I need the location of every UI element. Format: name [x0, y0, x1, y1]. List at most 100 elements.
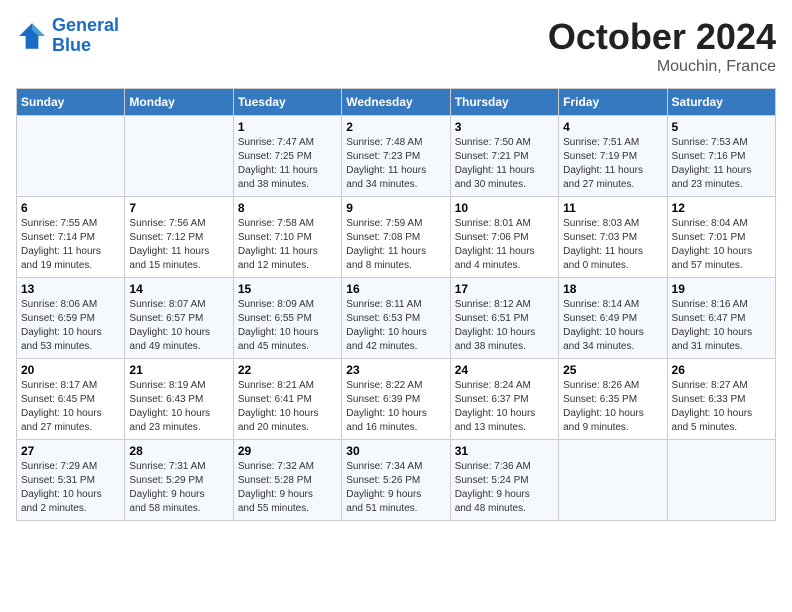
calendar-cell	[125, 116, 233, 197]
day-number: 23	[346, 363, 445, 377]
logo: General Blue	[16, 16, 119, 56]
day-number: 11	[563, 201, 662, 215]
day-number: 22	[238, 363, 337, 377]
day-number: 10	[455, 201, 554, 215]
col-header-thursday: Thursday	[450, 89, 558, 116]
day-number: 20	[21, 363, 120, 377]
logo-text: General Blue	[52, 16, 119, 56]
day-number: 27	[21, 444, 120, 458]
day-number: 6	[21, 201, 120, 215]
col-header-wednesday: Wednesday	[342, 89, 450, 116]
calendar-cell: 21 Sunrise: 8:19 AM Sunset: 6:43 PM Dayli…	[125, 359, 233, 440]
calendar-cell: 27Sunrise: 7:29 AM Sunset: 5:31 PM Dayli…	[17, 440, 125, 521]
day-number: 18	[563, 282, 662, 296]
day-number: 15	[238, 282, 337, 296]
calendar-cell: 13Sunrise: 8:06 AM Sunset: 6:59 PM Dayli…	[17, 278, 125, 359]
day-number: 31	[455, 444, 554, 458]
day-number: 9	[346, 201, 445, 215]
calendar-body: 1 Sunrise: 7:47 AM Sunset: 7:25 PM Daylig…	[17, 116, 776, 521]
calendar-cell	[559, 440, 667, 521]
calendar-cell: 17Sunrise: 8:12 AM Sunset: 6:51 PM Dayli…	[450, 278, 558, 359]
calendar-cell: 22Sunrise: 8:21 AM Sunset: 6:41 PM Dayli…	[233, 359, 341, 440]
calendar-cell: 28 Sunrise: 7:31 AM Sunset: 5:29 PM Dayli…	[125, 440, 233, 521]
day-info: Sunrise: 8:14 AM Sunset: 6:49 PM Dayligh…	[563, 298, 662, 354]
day-info: Sunrise: 7:51 AM Sunset: 7:19 PM Dayligh…	[563, 136, 662, 192]
calendar-cell: 14Sunrise: 8:07 AM Sunset: 6:57 PM Dayli…	[125, 278, 233, 359]
header-row: SundayMondayTuesdayWednesdayThursdayFrid…	[17, 89, 776, 116]
day-number: 29	[238, 444, 337, 458]
col-header-tuesday: Tuesday	[233, 89, 341, 116]
calendar-cell: 16 Sunrise: 8:11 AM Sunset: 6:53 PM Dayli…	[342, 278, 450, 359]
day-info: Sunrise: 7:53 AM Sunset: 7:16 PM Dayligh…	[672, 136, 771, 192]
week-row-4: 27Sunrise: 7:29 AM Sunset: 5:31 PM Dayli…	[17, 440, 776, 521]
page-header: General Blue October 2024 Mouchin, Franc…	[16, 16, 776, 76]
calendar-cell: 12 Sunrise: 8:04 AM Sunset: 7:01 PM Dayli…	[667, 197, 775, 278]
week-row-0: 1 Sunrise: 7:47 AM Sunset: 7:25 PM Daylig…	[17, 116, 776, 197]
day-info: Sunrise: 7:59 AM Sunset: 7:08 PM Dayligh…	[346, 217, 445, 273]
week-row-3: 20 Sunrise: 8:17 AM Sunset: 6:45 PM Dayli…	[17, 359, 776, 440]
col-header-saturday: Saturday	[667, 89, 775, 116]
day-number: 13	[21, 282, 120, 296]
day-info: Sunrise: 8:27 AM Sunset: 6:33 PM Dayligh…	[672, 379, 771, 435]
day-number: 8	[238, 201, 337, 215]
day-number: 19	[672, 282, 771, 296]
col-header-sunday: Sunday	[17, 89, 125, 116]
calendar-cell: 5Sunrise: 7:53 AM Sunset: 7:16 PM Daylig…	[667, 116, 775, 197]
day-number: 4	[563, 120, 662, 134]
calendar-cell: 29 Sunrise: 7:32 AM Sunset: 5:28 PM Dayli…	[233, 440, 341, 521]
day-info: Sunrise: 7:34 AM Sunset: 5:26 PM Dayligh…	[346, 460, 445, 516]
day-info: Sunrise: 8:03 AM Sunset: 7:03 PM Dayligh…	[563, 217, 662, 273]
day-info: Sunrise: 8:09 AM Sunset: 6:55 PM Dayligh…	[238, 298, 337, 354]
col-header-monday: Monday	[125, 89, 233, 116]
day-number: 12	[672, 201, 771, 215]
day-info: Sunrise: 8:01 AM Sunset: 7:06 PM Dayligh…	[455, 217, 554, 273]
calendar-cell	[667, 440, 775, 521]
calendar-header: SundayMondayTuesdayWednesdayThursdayFrid…	[17, 89, 776, 116]
calendar-cell: 25 Sunrise: 8:26 AM Sunset: 6:35 PM Dayli…	[559, 359, 667, 440]
day-info: Sunrise: 8:07 AM Sunset: 6:57 PM Dayligh…	[129, 298, 228, 354]
logo-line1: General	[52, 15, 119, 35]
calendar-cell: 8 Sunrise: 7:58 AM Sunset: 7:10 PM Daylig…	[233, 197, 341, 278]
day-info: Sunrise: 8:19 AM Sunset: 6:43 PM Dayligh…	[129, 379, 228, 435]
day-number: 2	[346, 120, 445, 134]
day-number: 17	[455, 282, 554, 296]
day-info: Sunrise: 7:31 AM Sunset: 5:29 PM Dayligh…	[129, 460, 228, 516]
calendar-cell: 15 Sunrise: 8:09 AM Sunset: 6:55 PM Dayli…	[233, 278, 341, 359]
day-info: Sunrise: 7:47 AM Sunset: 7:25 PM Dayligh…	[238, 136, 337, 192]
calendar-cell: 7 Sunrise: 7:56 AM Sunset: 7:12 PM Daylig…	[125, 197, 233, 278]
calendar-cell: 20 Sunrise: 8:17 AM Sunset: 6:45 PM Dayli…	[17, 359, 125, 440]
calendar-cell: 3Sunrise: 7:50 AM Sunset: 7:21 PM Daylig…	[450, 116, 558, 197]
day-info: Sunrise: 7:32 AM Sunset: 5:28 PM Dayligh…	[238, 460, 337, 516]
day-info: Sunrise: 7:36 AM Sunset: 5:24 PM Dayligh…	[455, 460, 554, 516]
calendar-cell: 10 Sunrise: 8:01 AM Sunset: 7:06 PM Dayli…	[450, 197, 558, 278]
calendar-cell	[17, 116, 125, 197]
month-title: October 2024	[548, 16, 776, 58]
title-block: October 2024 Mouchin, France	[548, 16, 776, 76]
day-info: Sunrise: 7:56 AM Sunset: 7:12 PM Dayligh…	[129, 217, 228, 273]
col-header-friday: Friday	[559, 89, 667, 116]
day-info: Sunrise: 8:04 AM Sunset: 7:01 PM Dayligh…	[672, 217, 771, 273]
calendar-cell: 19 Sunrise: 8:16 AM Sunset: 6:47 PM Dayli…	[667, 278, 775, 359]
day-info: Sunrise: 8:17 AM Sunset: 6:45 PM Dayligh…	[21, 379, 120, 435]
day-info: Sunrise: 8:26 AM Sunset: 6:35 PM Dayligh…	[563, 379, 662, 435]
logo-line2: Blue	[52, 35, 91, 55]
day-number: 28	[129, 444, 228, 458]
day-info: Sunrise: 7:58 AM Sunset: 7:10 PM Dayligh…	[238, 217, 337, 273]
day-info: Sunrise: 7:55 AM Sunset: 7:14 PM Dayligh…	[21, 217, 120, 273]
calendar-cell: 4 Sunrise: 7:51 AM Sunset: 7:19 PM Daylig…	[559, 116, 667, 197]
day-info: Sunrise: 8:24 AM Sunset: 6:37 PM Dayligh…	[455, 379, 554, 435]
day-number: 30	[346, 444, 445, 458]
day-number: 1	[238, 120, 337, 134]
calendar-cell: 9 Sunrise: 7:59 AM Sunset: 7:08 PM Daylig…	[342, 197, 450, 278]
calendar-cell: 31 Sunrise: 7:36 AM Sunset: 5:24 PM Dayli…	[450, 440, 558, 521]
calendar-cell: 30 Sunrise: 7:34 AM Sunset: 5:26 PM Dayli…	[342, 440, 450, 521]
day-info: Sunrise: 8:16 AM Sunset: 6:47 PM Dayligh…	[672, 298, 771, 354]
day-info: Sunrise: 8:11 AM Sunset: 6:53 PM Dayligh…	[346, 298, 445, 354]
day-number: 3	[455, 120, 554, 134]
calendar-table: SundayMondayTuesdayWednesdayThursdayFrid…	[16, 88, 776, 521]
day-number: 25	[563, 363, 662, 377]
day-number: 21	[129, 363, 228, 377]
week-row-2: 13Sunrise: 8:06 AM Sunset: 6:59 PM Dayli…	[17, 278, 776, 359]
day-number: 16	[346, 282, 445, 296]
day-number: 7	[129, 201, 228, 215]
